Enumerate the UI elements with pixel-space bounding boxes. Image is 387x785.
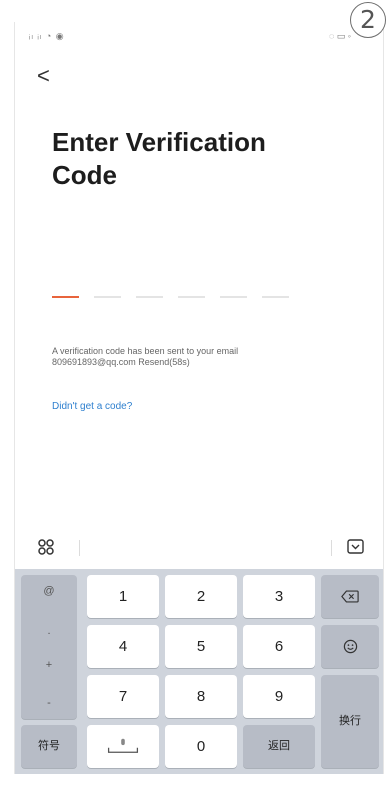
key-label: 2 (196, 588, 206, 605)
battery-icons: ◌ ▭ ◦ (328, 31, 351, 41)
return-key-label: 返回 (268, 740, 290, 752)
code-digit-slot (94, 296, 121, 298)
emoji-key[interactable] (321, 625, 379, 668)
page-frame: 2 ᵢₗ ᵢₗ ◔ ◉ ◌ ▭ ◦ < Enter Verification C… (0, 0, 387, 785)
grid-menu-icon[interactable] (38, 539, 54, 555)
back-button[interactable]: < (37, 64, 57, 88)
code-digit-slot (178, 296, 205, 298)
step-number-badge: 2 (350, 2, 386, 38)
key-1[interactable]: 1 (87, 575, 159, 618)
key-minus[interactable]: - (21, 697, 77, 709)
key-5[interactable]: 5 (165, 625, 237, 668)
key-label: 1 (118, 588, 128, 605)
resend-button[interactable]: Resend(58s) (138, 357, 190, 367)
code-digit-slot (220, 296, 247, 298)
key-label: 3 (274, 588, 284, 605)
enter-key[interactable]: 换行 (321, 675, 379, 768)
space-key[interactable] (87, 725, 159, 768)
key-7[interactable]: 7 (87, 675, 159, 718)
phone-screen: ᵢₗ ᵢₗ ◔ ◉ ◌ ▭ ◦ < Enter Verification Cod… (14, 22, 384, 774)
enter-key-label: 换行 (339, 715, 361, 727)
code-digit-slot (52, 296, 79, 298)
email-address: 809691893@qq.com (52, 357, 136, 367)
toolbar-divider (331, 540, 332, 556)
microphone-icon (107, 738, 139, 753)
page-title-line1: Enter Verification (52, 127, 266, 157)
page-title: Enter Verification Code (52, 126, 352, 192)
symbols-key[interactable]: 符号 (21, 725, 77, 768)
toolbar-divider (79, 540, 80, 556)
key-at[interactable]: @ (21, 585, 77, 597)
page-title-line2: Code (52, 160, 117, 190)
key-6[interactable]: 6 (243, 625, 315, 668)
key-9[interactable]: 9 (243, 675, 315, 718)
key-0[interactable]: 0 (165, 725, 237, 768)
key-label: 6 (274, 638, 284, 655)
key-label: 4 (118, 638, 128, 655)
key-plus[interactable]: + (21, 659, 77, 671)
key-label: 7 (118, 688, 128, 705)
keyboard-collapse-icon[interactable] (347, 539, 364, 554)
backspace-key[interactable] (321, 575, 379, 618)
key-dot[interactable]: . (21, 625, 77, 637)
status-bar: ᵢₗ ᵢₗ ◔ ◉ ◌ ▭ ◦ (15, 22, 383, 48)
return-key[interactable]: 返回 (243, 725, 315, 768)
key-3[interactable]: 3 (243, 575, 315, 618)
info-line-2: 809691893@qq.com Resend(58s) (52, 357, 352, 368)
backspace-icon (341, 590, 359, 603)
key-4[interactable]: 4 (87, 625, 159, 668)
key-label: 0 (196, 738, 206, 755)
key-label: 9 (274, 688, 284, 705)
code-digit-slot (136, 296, 163, 298)
emoji-icon (343, 639, 357, 654)
didnt-get-code-link[interactable]: Didn't get a code? (52, 401, 132, 412)
symbols-key-label: 符号 (38, 740, 60, 752)
numeric-keyboard: @ . + - 1 2 3 4 5 6 7 8 9 换行 符号 0 返回 (15, 569, 383, 774)
signal-icons: ᵢₗ ᵢₗ ◔ ◉ (29, 31, 65, 41)
key-8[interactable]: 8 (165, 675, 237, 718)
key-2[interactable]: 2 (165, 575, 237, 618)
info-line-1: A verification code has been sent to you… (52, 346, 239, 356)
verification-code-input[interactable] (52, 293, 292, 299)
keyboard-toolbar (15, 527, 383, 569)
info-text: A verification code has been sent to you… (52, 346, 352, 368)
code-digit-slot (262, 296, 289, 298)
key-label: 5 (196, 638, 206, 655)
key-label: 8 (196, 688, 206, 705)
